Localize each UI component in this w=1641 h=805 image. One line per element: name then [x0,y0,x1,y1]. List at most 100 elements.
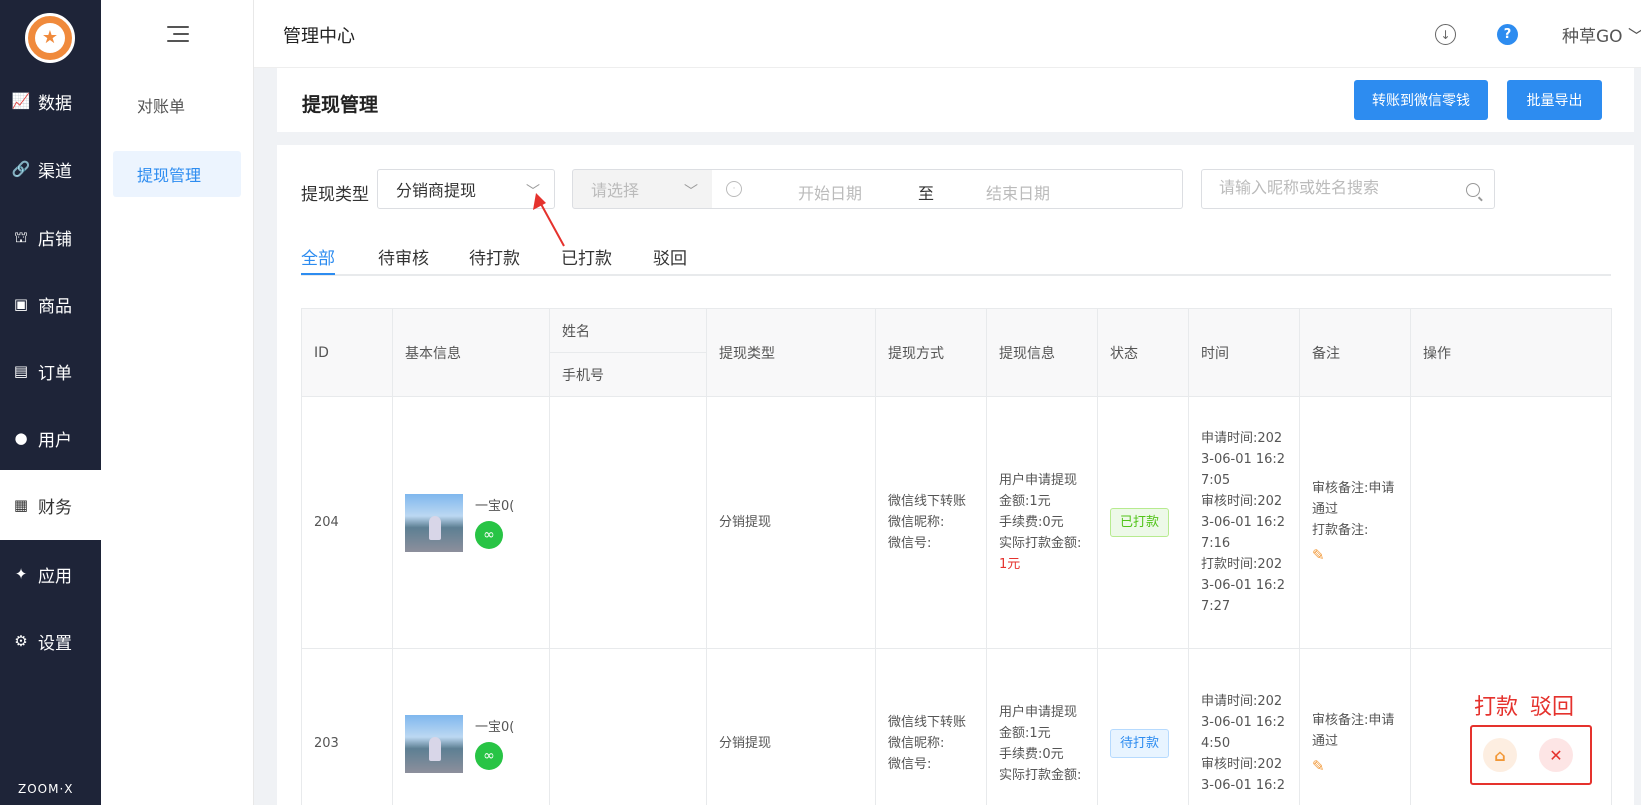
nav-item-product[interactable]: ▣ 商品 [0,269,101,339]
withdrawal-type-value: 分销商提现 [396,181,477,200]
remark-line: 审核备注:申请 [1312,481,1395,496]
status-badge: 已打款 [1110,508,1170,537]
clock-icon: · [726,181,742,197]
cell-name-phone [549,648,707,805]
cell-basic-info: 一宝0( ∞ [392,396,550,649]
nav-item-label: 应用 [38,566,72,587]
nav-item-data[interactable]: 📈 数据 [0,66,101,136]
edit-pencil-icon[interactable]: ✎ [1312,756,1325,777]
finance-icon: ▦ [13,495,29,514]
tab-pending-review[interactable]: 待审核 [378,244,429,275]
brand-wordmark: ZOOM·X [18,782,74,796]
remark-line: 通过 [1312,733,1339,749]
cell-info: 用户申请提现 金额:1元 手续费:0元 实际打款金额: 1元 [986,396,1098,649]
nav-item-settings[interactable]: ⚙ 设置 [0,606,101,676]
tab-paid[interactable]: 已打款 [561,244,612,275]
nav-item-order[interactable]: ▤ 订单 [0,336,101,406]
time-line: 3-06-01 16:2 [1201,715,1286,730]
col-header-ops: 操作 [1410,308,1612,397]
method-line: 微信线下转账 [888,494,967,509]
clipboard-icon: ▤ [13,361,29,380]
channel-link-icon: ∞ [475,521,503,549]
subnav-item-withdrawal[interactable]: 提现管理 [113,151,241,197]
search-icon[interactable] [1466,183,1480,197]
col-header-remark: 备注 [1299,308,1411,397]
date-end-placeholder: 结束日期 [986,184,1051,203]
tab-rejected[interactable]: 驳回 [653,244,687,275]
cell-id: 203 [301,648,393,805]
tab-all[interactable]: 全部 [301,244,335,275]
info-line: 用户申请提现 [999,704,1078,720]
chart-line-icon: 📈 [11,91,31,110]
time-line: 7:16 [1201,536,1231,551]
status-tabs: 全部 待审核 待打款 已打款 驳回 [301,233,1611,276]
batch-export-button[interactable]: 批量导出 [1507,80,1602,120]
withdrawal-table: ID 基本信息 姓名 提现类型 提现方式 提现信息 状态 时间 备注 操作 手机… [301,308,1612,805]
settings-gear-icon: ⚙ [14,631,28,650]
cell-time: 申请时间:202 3-06-01 16:2 7:05 审核时间:202 3-06… [1188,396,1300,649]
cell-method: 微信线下转账 微信昵称: 微信号: [875,396,987,649]
col-header-type: 提现类型 [706,308,876,397]
annotation-pay-label: 打款 [1474,695,1519,720]
annotation-highlight-box: ⌂ ✕ [1470,725,1592,785]
apps-icon: ✦ [14,564,28,583]
app-root: ★ 📈 数据 🔗 渠道 ⛫ 店铺 ▣ 商品 ▤ 订单 ● 用户 ▦ 财务 ✦ 应用 ⚙ 设置 ZO… [0,0,1641,805]
info-line: 实际打款金额: [999,536,1082,551]
channel-link-icon: ∞ [475,742,503,770]
link-icon: 🔗 [11,159,31,178]
download-icon[interactable]: ↓ [1435,24,1456,45]
cell-info: 用户申请提现 金额:1元 手续费:0元 实际打款金额: [986,648,1098,805]
cell-method: 微信线下转账 微信昵称: 微信号: [875,648,987,805]
cell-basic-info: 一宝0( ∞ [392,648,550,805]
cell-status: 待打款 [1097,648,1189,805]
reject-icon[interactable]: ✕ [1539,738,1573,772]
top-bar: 管理中心 ↓ ? 种草GO ﹀ [254,0,1641,68]
cell-remark: 审核备注:申请 通过 打款备注: ✎ [1299,396,1411,649]
date-range-picker[interactable]: · 开始日期 至 结束日期 [712,169,1183,209]
cell-id: 204 [301,396,393,649]
nav-item-channel[interactable]: 🔗 渠道 [0,134,101,204]
time-line: 3-06-01 16:2 [1201,452,1286,467]
time-line: 打款时间:202 [1201,557,1283,572]
col-header-status: 状态 [1097,308,1189,397]
nav-item-user[interactable]: ● 用户 [0,403,101,473]
chevron-down-icon: ﹀ [526,184,540,200]
page-title: 提现管理 [302,94,379,116]
nav-item-label: 渠道 [38,161,72,182]
help-icon[interactable]: ? [1497,24,1518,45]
cell-type: 分销提现 [706,648,876,805]
cell-time: 申请时间:202 3-06-01 16:2 4:50 审核时间:202 3-06… [1188,648,1300,805]
subnav-item-statement[interactable]: 对账单 [113,82,241,128]
col-header-id: ID [301,308,393,397]
info-line: 实际打款金额: [999,767,1082,783]
app-title: 管理中心 [283,26,355,47]
nav-item-label: 财务 [38,497,72,518]
nav-item-apps[interactable]: ✦ 应用 [0,539,101,609]
table-row: 203 一宝0( ∞ 分销提现 微信线下转账 微信昵称: 微信号: 用户申请提现… [301,648,1612,805]
withdrawal-type-select[interactable]: 分销商提现 ﹀ [377,169,555,209]
nickname: 一宝0( [475,720,515,735]
nav-item-store[interactable]: ⛫ 店铺 [0,202,101,272]
filter-type-label: 提现类型 [301,185,369,205]
method-line: 微信号: [888,536,932,551]
nav-item-finance[interactable]: ▦ 财务 [0,470,101,540]
search-input[interactable] [1219,178,1459,197]
info-line: 用户申请提现 [999,473,1078,488]
avatar [405,714,463,773]
info-line: 手续费:0元 [999,746,1064,762]
nav-item-label: 订单 [38,363,72,384]
time-line: 4:50 [1201,736,1231,751]
menu-collapse-icon[interactable] [167,24,189,44]
secondary-select[interactable]: 请选择 ﹀ [572,169,713,209]
edit-pencil-icon[interactable]: ✎ [1312,545,1325,566]
transfer-to-wechat-button[interactable]: 转账到微信零钱 [1354,80,1488,120]
remark-line: 审核备注:申请 [1312,712,1395,728]
time-line: 3-06-01 16:2 [1201,578,1286,593]
cell-remark: 审核备注:申请 通过 ✎ [1299,648,1411,805]
main-sidebar: ★ 📈 数据 🔗 渠道 ⛫ 店铺 ▣ 商品 ▤ 订单 ● 用户 ▦ 财务 ✦ 应用 ⚙ 设置 ZO… [0,0,101,805]
user-menu[interactable]: 种草GO ﹀ [1562,22,1641,47]
info-line: 手续费:0元 [999,515,1064,530]
pay-icon[interactable]: ⌂ [1483,738,1517,772]
tab-pending-payment[interactable]: 待打款 [469,244,520,275]
product-box-icon: ▣ [13,294,29,313]
